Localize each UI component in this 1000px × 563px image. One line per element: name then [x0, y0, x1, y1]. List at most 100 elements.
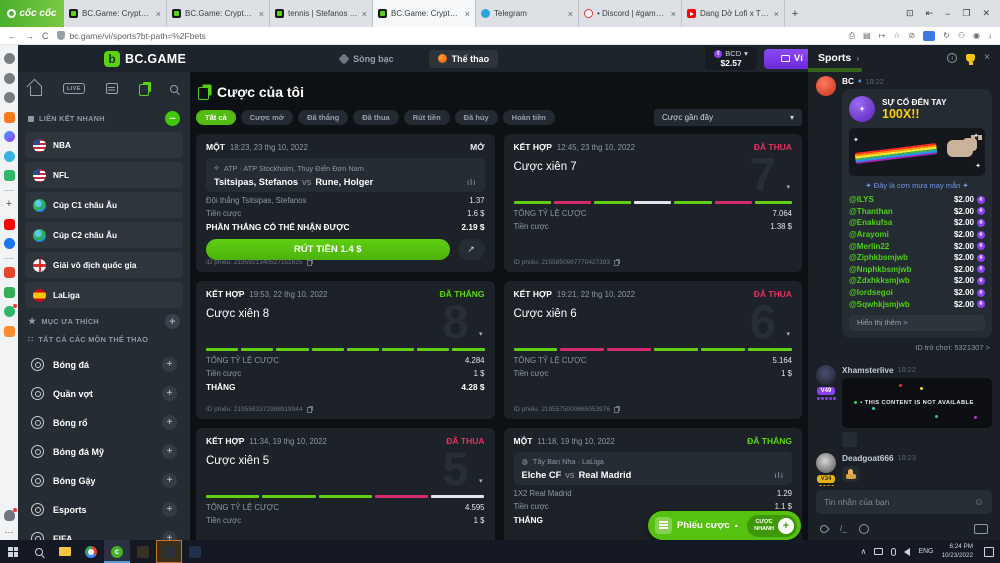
language-indicator[interactable]: ENG — [918, 548, 933, 555]
tab-close-icon[interactable]: × — [465, 9, 470, 19]
sport-item[interactable]: Bóng rổ + — [25, 408, 183, 437]
tab-close-icon[interactable]: × — [259, 9, 264, 19]
commands-icon[interactable]: /_ — [840, 524, 847, 534]
cashout-button[interactable]: RÚT TIỀN 1.4 $ — [206, 239, 450, 260]
close-chat-icon[interactable]: × — [984, 52, 990, 63]
bc-avatar[interactable] — [816, 76, 836, 96]
microphone-icon[interactable] — [891, 548, 896, 556]
save-page-icon[interactable]: ⎙ — [849, 31, 855, 41]
quick-link-item[interactable]: NBA — [25, 132, 183, 158]
sort-dropdown[interactable]: Cược gần đây ▾ — [654, 109, 802, 126]
twitter-icon[interactable] — [4, 151, 15, 162]
history-back-icon[interactable]: ⇤ — [926, 8, 934, 19]
url-text[interactable]: bc.game/vi/sports?bt-path=%2Fbets — [70, 31, 206, 41]
expand-sport-button[interactable]: + — [162, 502, 177, 517]
taskbar-search-button[interactable] — [26, 540, 52, 563]
schedule-calendar-icon[interactable] — [106, 83, 118, 94]
expand-sport-button[interactable]: + — [162, 357, 177, 372]
chrome-button[interactable] — [78, 540, 104, 563]
browser-tab[interactable]: • Discord | #games | × — [579, 0, 682, 27]
sport-item[interactable]: Esports + — [25, 495, 183, 524]
sender-name[interactable]: BC — [842, 76, 854, 86]
bet-card-single[interactable]: MỘT 18:23, 23 thg 10, 2022 MỞ ⟡ATP · ATP… — [196, 134, 495, 272]
currency-selector[interactable]: ¢ BCD ▾ $2.57 — [705, 47, 757, 70]
browser-tab[interactable]: BC.Game: Crypto Casino × — [167, 0, 270, 27]
maximize-button[interactable]: ❐ — [962, 8, 970, 19]
bet-card-combo[interactable]: KẾT HỢP 11:34, 19 thg 10, 2022 ĐÃ THUA C… — [196, 428, 495, 540]
tab-close-icon[interactable]: × — [568, 9, 573, 19]
trophy-icon[interactable] — [966, 54, 975, 62]
stats-icon[interactable]: ılı — [467, 178, 477, 187]
filter-pill[interactable]: Tất cả — [196, 110, 236, 125]
stats-icon[interactable]: ılı — [774, 471, 784, 480]
show-more-button[interactable]: Hiển thị thêm > — [849, 315, 985, 331]
bet-card-combo[interactable]: KẾT HỢP 19:53, 22 thg 10, 2022 ĐÃ THẮNG … — [196, 281, 495, 419]
combo-header[interactable]: Cược xiên 7 7 ▾ — [514, 157, 793, 199]
messenger-icon[interactable] — [4, 131, 15, 142]
winner-username[interactable]: @Thanthan — [849, 207, 893, 216]
bet-card-combo[interactable]: KẾT HỢP 12:45, 23 thg 10, 2022 ĐÃ THUA C… — [504, 134, 803, 272]
live-icon[interactable]: LIVE — [63, 83, 85, 94]
chevron-down-icon[interactable]: ▾ — [786, 183, 790, 191]
chevron-right-icon[interactable]: › — [856, 53, 859, 63]
expand-sport-button[interactable]: + — [162, 473, 177, 488]
start-button[interactable] — [0, 540, 26, 563]
bet-card-combo[interactable]: KẾT HỢP 19:21, 22 thg 10, 2022 ĐÃ THUA C… — [504, 281, 803, 419]
info-icon[interactable]: i — [947, 53, 957, 63]
new-tab-button[interactable]: + — [785, 0, 805, 27]
keyboard-icon[interactable] — [974, 524, 988, 534]
share-bet-button[interactable]: ↗ — [458, 239, 485, 260]
winner-username[interactable]: @lordsegoi — [849, 288, 893, 297]
more-options-icon[interactable]: ⋯ — [4, 529, 15, 540]
xham-avatar[interactable] — [816, 365, 836, 385]
facebook-icon[interactable] — [4, 238, 15, 249]
home-icon[interactable] — [30, 86, 42, 96]
add-shortcut-icon[interactable]: + — [4, 199, 15, 210]
filter-pill[interactable]: Đã thua — [353, 110, 399, 125]
tab-close-icon[interactable]: × — [671, 9, 676, 19]
combo-header[interactable]: Cược xiên 5 5 ▾ — [206, 451, 485, 493]
shopping-cart-icon[interactable] — [4, 326, 15, 337]
chevron-down-icon[interactable]: ▾ — [479, 477, 483, 485]
my-bets-icon[interactable] — [139, 84, 149, 96]
minimize-button[interactable]: − — [945, 9, 950, 19]
chat-input[interactable]: Tin nhắn của bạn ☺ — [816, 490, 992, 514]
share-icon[interactable]: ↦ — [879, 31, 886, 40]
game-id-link[interactable]: ID trò chơi: 5321307 > — [842, 343, 990, 352]
combo-header[interactable]: Cược xiên 6 6 ▾ — [514, 304, 793, 346]
reading-list-icon[interactable] — [4, 92, 15, 103]
tab-search-icon[interactable]: ⊡ — [906, 8, 914, 19]
downloads-icon[interactable]: ↓ — [988, 31, 992, 40]
file-explorer-button[interactable] — [52, 540, 78, 563]
youtube-icon[interactable] — [4, 219, 15, 230]
chat-room-selector[interactable]: Sports — [818, 52, 851, 64]
match-box[interactable]: ⟡ATP · ATP Stockholm, Thụy Điển Đơn Nam … — [206, 158, 485, 192]
quick-link-item[interactable]: Cúp C2 châu Âu — [25, 222, 183, 248]
winner-username[interactable]: @Merlin22 — [849, 242, 889, 251]
quick-link-item[interactable]: LaLiga — [25, 282, 183, 308]
quick-bet-toggle-knob[interactable]: + — [778, 518, 794, 534]
forward-button[interactable]: → — [25, 31, 34, 41]
app-button-3[interactable] — [182, 540, 208, 563]
emoji-picker-icon[interactable]: ☺ — [974, 497, 984, 508]
coin-drop-icon[interactable] — [859, 524, 869, 534]
bookmark-folder-icon[interactable]: ▤ — [863, 31, 871, 40]
combo-header[interactable]: Cược xiên 8 8 ▾ — [206, 304, 485, 346]
expand-sport-button[interactable]: + — [162, 415, 177, 430]
rain-tip-icon[interactable] — [818, 523, 829, 534]
chevron-down-icon[interactable]: ▾ — [479, 330, 483, 338]
history-clock-icon[interactable] — [4, 73, 15, 84]
site-security-icon[interactable] — [57, 31, 65, 40]
winner-username[interactable]: @Ziphkbsmjwb — [849, 253, 908, 262]
action-center-icon[interactable] — [984, 547, 994, 557]
star-bookmark-icon[interactable]: ☆ — [893, 31, 900, 40]
browser-tab[interactable]: BC.Game: Crypto Casino × — [64, 0, 167, 27]
winner-username[interactable]: @Arayomi — [849, 230, 889, 239]
browser-tab[interactable]: Dang Dở Lofi x Thói tình × — [682, 0, 785, 27]
quick-link-item[interactable]: Giải vô địch quốc gia — [25, 252, 183, 278]
app-button-1[interactable] — [130, 540, 156, 563]
betslip-button[interactable]: Phiếu cược ▴ CƯỢCNHANH + — [648, 511, 801, 540]
quick-link-item[interactable]: NFL — [25, 162, 183, 188]
expand-sport-button[interactable]: + — [162, 444, 177, 459]
quick-bet-toggle[interactable]: CƯỢCNHANH + — [747, 515, 797, 537]
